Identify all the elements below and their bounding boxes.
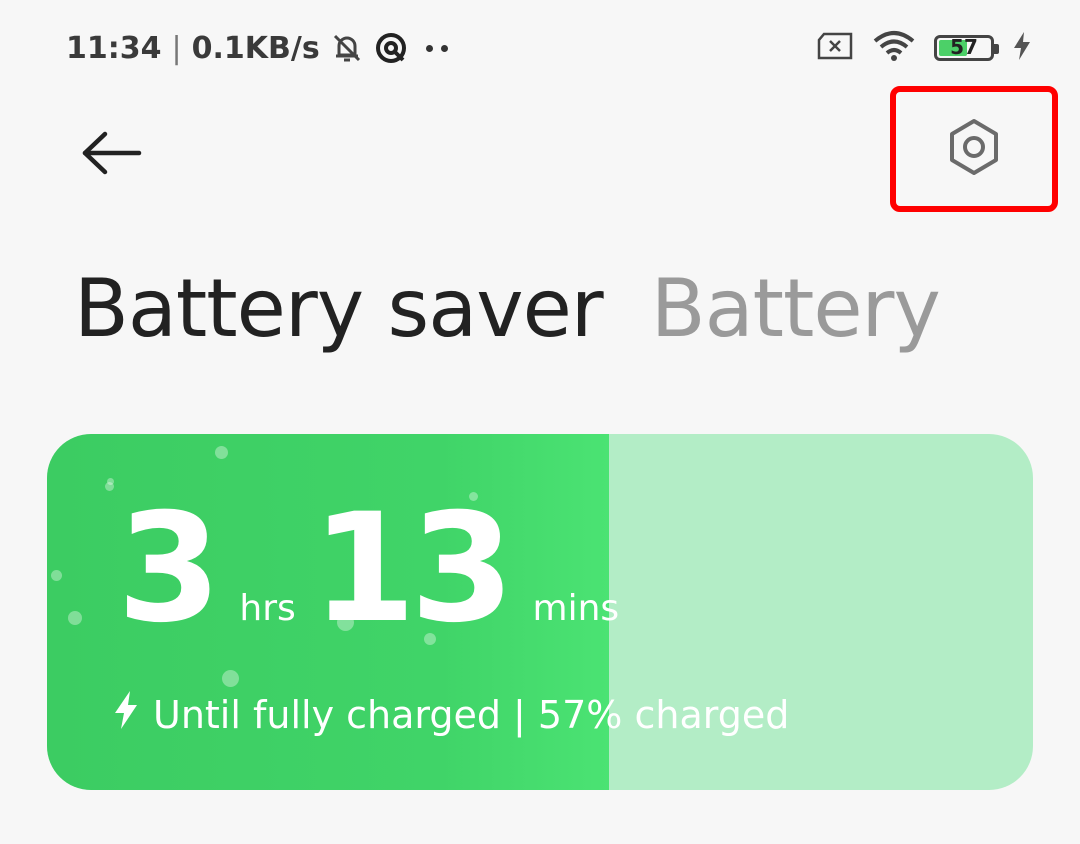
lightning-icon	[113, 690, 139, 739]
tab-battery[interactable]: Battery	[651, 262, 941, 355]
battery-icon: 57	[934, 35, 999, 61]
minutes-value: 13	[311, 482, 515, 656]
decorative-bubble	[68, 611, 82, 625]
network-speed: 0.1KB/s	[191, 30, 320, 66]
tab-bar: Battery saver Battery	[74, 262, 941, 355]
hours-value: 3	[117, 482, 221, 656]
status-left: 11:34 | 0.1KB/s	[66, 26, 448, 70]
no-sim-icon	[816, 31, 854, 65]
decorative-bubble	[215, 446, 228, 459]
vpn-icon	[374, 31, 408, 65]
hours-unit: hrs	[239, 588, 296, 629]
wifi-icon	[872, 29, 916, 67]
battery-level: 57	[950, 35, 978, 59]
hexagon-gear-icon	[944, 117, 1004, 181]
decorative-bubble	[222, 670, 239, 687]
minutes-unit: mins	[532, 588, 620, 629]
settings-button[interactable]	[890, 86, 1058, 212]
arrow-left-icon	[81, 131, 143, 179]
charge-status-text: Until fully charged | 57% charged	[153, 692, 790, 737]
tab-battery-saver[interactable]: Battery saver	[74, 262, 604, 355]
status-bar: 11:34 | 0.1KB/s 57	[0, 0, 1080, 96]
charge-status: Until fully charged | 57% charged	[113, 690, 789, 739]
status-separator: |	[171, 30, 182, 66]
decorative-bubble	[51, 570, 62, 581]
decorative-bubble	[107, 478, 114, 485]
status-right: 57	[816, 30, 1032, 66]
charging-bolt-icon	[1012, 31, 1032, 65]
muted-bell-icon	[330, 31, 364, 65]
clock: 11:34	[66, 30, 162, 66]
remaining-time: 3 hrs 13 mins	[117, 494, 635, 644]
battery-status-card: 3 hrs 13 mins Until fully charged | 57% …	[47, 434, 1033, 790]
battery-cap	[994, 44, 999, 54]
back-button[interactable]	[72, 120, 152, 190]
more-notifications-icon	[425, 44, 448, 52]
